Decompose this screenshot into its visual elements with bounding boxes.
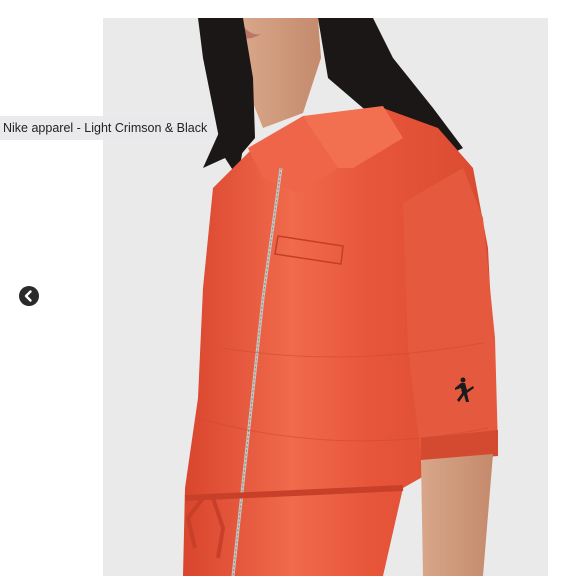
- gallery-viewer: Nike apparel - Light Crimson & Black: [0, 0, 580, 580]
- previous-image-button[interactable]: [19, 286, 39, 306]
- product-image: [103, 18, 548, 576]
- chevron-left-icon: [24, 290, 32, 302]
- product-caption: Nike apparel - Light Crimson & Black: [0, 116, 216, 140]
